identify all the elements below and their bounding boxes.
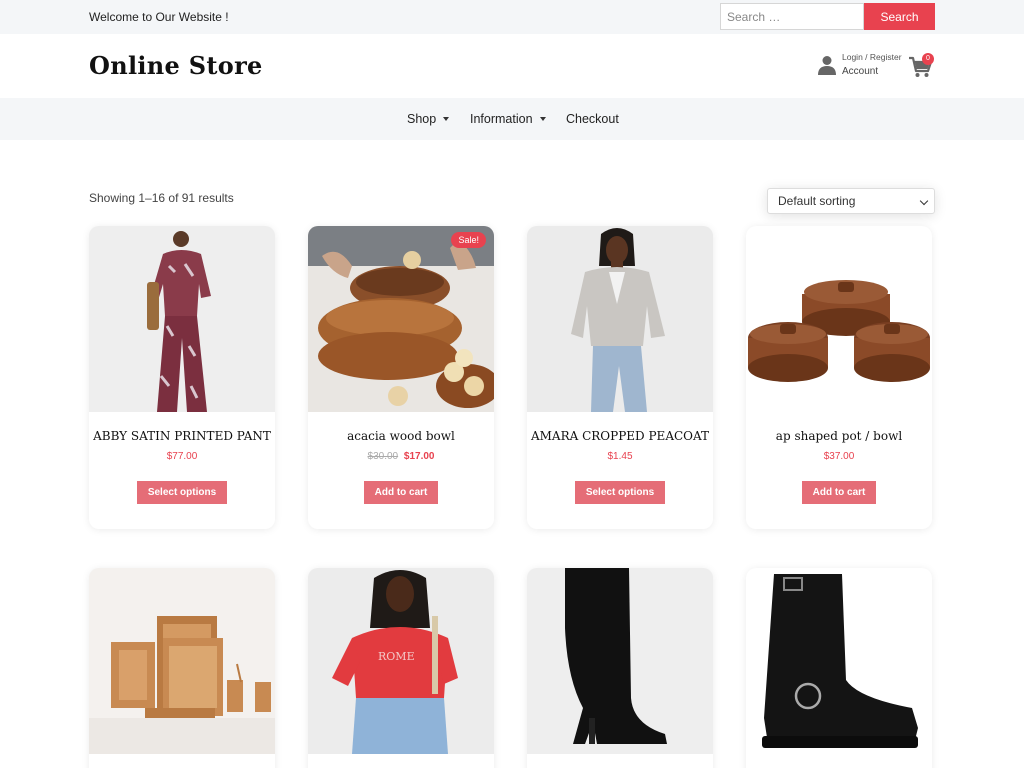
product-image[interactable] bbox=[527, 568, 713, 754]
main-nav: Shop Information Checkout bbox=[0, 98, 1024, 140]
product-image[interactable] bbox=[746, 226, 932, 412]
product-card[interactable] bbox=[89, 568, 275, 768]
product-card[interactable]: AMARA CROPPED PEACOAT $1.45 Select optio… bbox=[527, 226, 713, 529]
product-card[interactable] bbox=[527, 568, 713, 768]
product-image[interactable]: ROME bbox=[308, 568, 494, 754]
product-image[interactable] bbox=[89, 226, 275, 412]
top-bar: Welcome to Our Website ! Search bbox=[0, 0, 1024, 34]
product-price: $77.00 bbox=[89, 451, 275, 462]
product-card[interactable]: ap shaped pot / bowl $37.00 Add to cart bbox=[746, 226, 932, 529]
select-options-button[interactable]: Select options bbox=[136, 481, 228, 504]
product-price: $30.00 $17.00 bbox=[308, 451, 494, 462]
cart-count-badge: 0 bbox=[922, 53, 934, 65]
welcome-text: Welcome to Our Website ! bbox=[89, 10, 229, 24]
login-register-link[interactable]: Login / Register bbox=[842, 52, 902, 62]
sale-badge: Sale! bbox=[451, 232, 486, 248]
product-image[interactable] bbox=[89, 568, 275, 754]
product-image[interactable] bbox=[746, 568, 932, 754]
user-icon[interactable] bbox=[818, 55, 836, 75]
sale-price: $17.00 bbox=[403, 451, 435, 462]
product-card[interactable] bbox=[746, 568, 932, 768]
nav-item-label: Checkout bbox=[566, 112, 619, 126]
results-count: Showing 1–16 of 91 results bbox=[89, 191, 234, 205]
product-title[interactable]: ap shaped pot / bowl bbox=[746, 429, 932, 443]
price-value: $1.45 bbox=[607, 451, 633, 462]
product-price: $37.00 bbox=[746, 451, 932, 462]
svg-text:ROME: ROME bbox=[378, 650, 415, 663]
sort-select[interactable]: Default sorting bbox=[767, 188, 935, 214]
site-logo[interactable]: Online Store bbox=[89, 51, 263, 80]
select-options-button[interactable]: Select options bbox=[574, 481, 666, 504]
caret-down-icon bbox=[539, 116, 546, 121]
nav-item-label: Information bbox=[470, 112, 533, 126]
old-price: $30.00 bbox=[367, 451, 399, 462]
nav-item-information[interactable]: Information bbox=[470, 112, 546, 126]
product-image[interactable]: Sale! bbox=[308, 226, 494, 412]
site-header: Online Store Login / Register Account 0 bbox=[0, 34, 1024, 98]
product-image[interactable] bbox=[527, 226, 713, 412]
price-value: $37.00 bbox=[823, 451, 855, 462]
nav-item-checkout[interactable]: Checkout bbox=[566, 112, 619, 126]
add-to-cart-button[interactable]: Add to cart bbox=[801, 481, 877, 504]
nav-item-label: Shop bbox=[407, 112, 437, 126]
search-button[interactable]: Search bbox=[864, 3, 935, 30]
chevron-down-icon bbox=[919, 196, 929, 206]
add-to-cart-button[interactable]: Add to cart bbox=[363, 481, 439, 504]
product-title[interactable]: AMARA CROPPED PEACOAT bbox=[527, 429, 713, 443]
product-title[interactable]: ABBY SATIN PRINTED PANT bbox=[89, 429, 275, 443]
account-link[interactable]: Account bbox=[842, 66, 878, 77]
nav-item-shop[interactable]: Shop bbox=[407, 112, 450, 126]
product-card[interactable]: ROME bbox=[308, 568, 494, 768]
product-price: $1.45 bbox=[527, 451, 713, 462]
caret-down-icon bbox=[443, 116, 450, 121]
product-title[interactable]: acacia wood bowl bbox=[308, 429, 494, 443]
product-card[interactable]: ABBY SATIN PRINTED PANT $77.00 Select op… bbox=[89, 226, 275, 529]
price-value: $77.00 bbox=[166, 451, 198, 462]
sort-selected-value: Default sorting bbox=[778, 194, 856, 208]
search-input[interactable] bbox=[720, 3, 864, 30]
product-card[interactable]: Sale! acacia wood bowl $30.00 $17.00 Add… bbox=[308, 226, 494, 529]
